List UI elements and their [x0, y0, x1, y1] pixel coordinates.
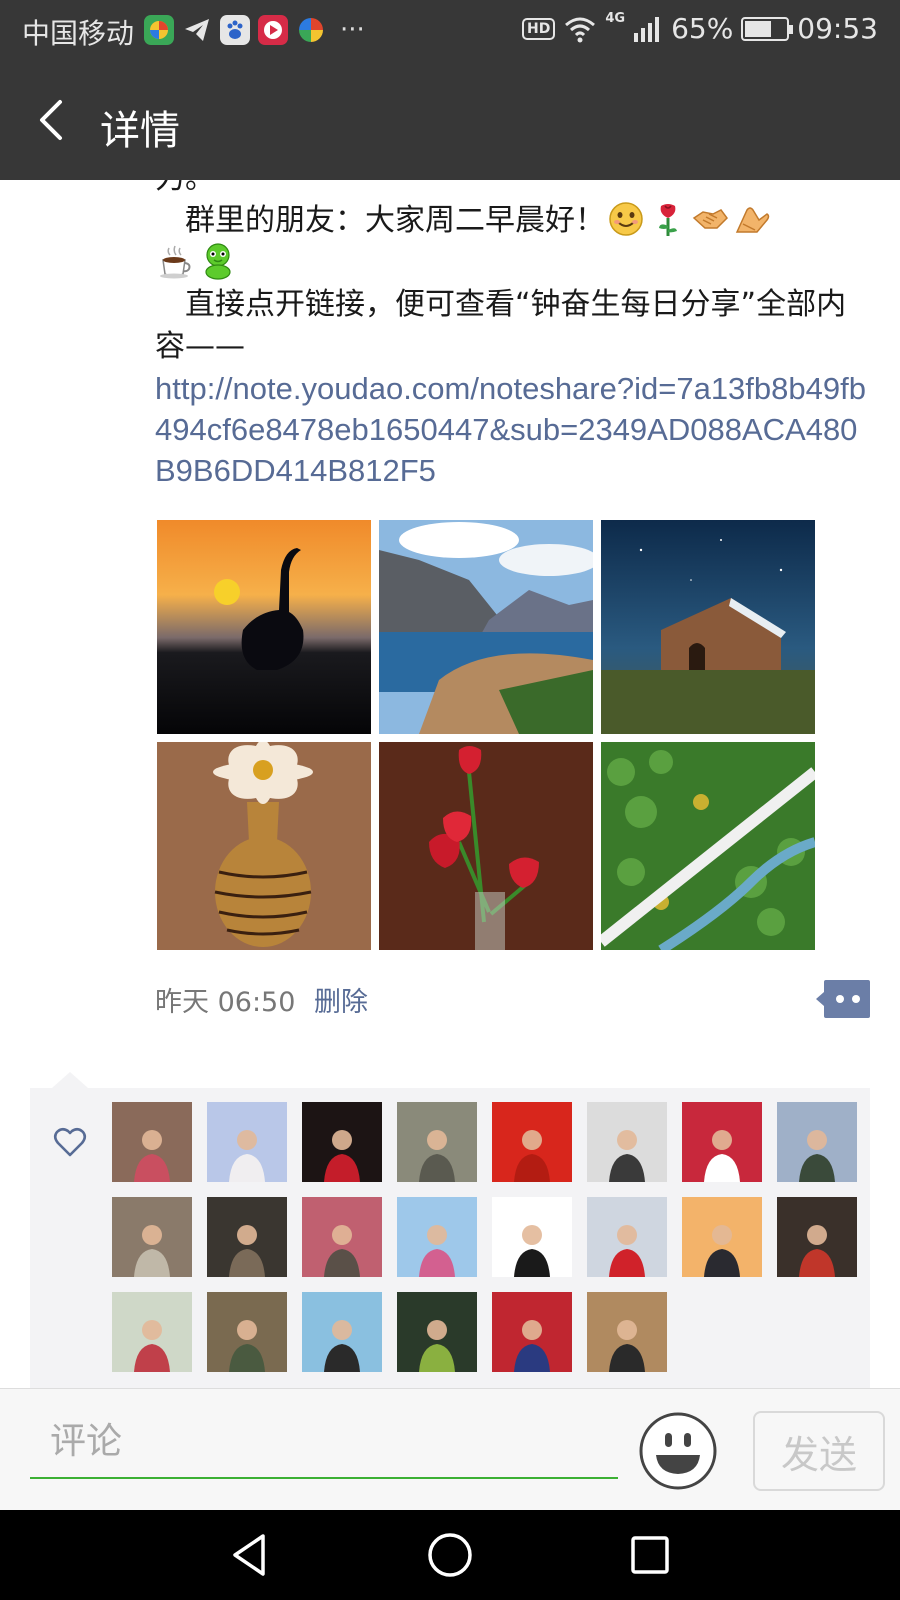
liker-avatar[interactable]: [207, 1292, 287, 1372]
more-actions-button[interactable]: [816, 980, 870, 1018]
baidu-icon: [220, 15, 250, 45]
rose-emoji: [659, 204, 677, 236]
send-button[interactable]: 发送: [753, 1411, 885, 1491]
post-detail: 力。 群里的朋友：大家周二早晨好！ 直接点开链接，便可查看“钟奋生每日分享”全部…: [0, 180, 900, 1388]
signal-icon: [634, 16, 660, 42]
liker-avatar[interactable]: [492, 1197, 572, 1277]
clock: 09:53: [797, 12, 878, 45]
liker-avatar[interactable]: [302, 1102, 382, 1182]
liker-avatar[interactable]: [302, 1197, 382, 1277]
photo-grid: [157, 520, 815, 950]
liker-avatar[interactable]: [492, 1102, 572, 1182]
liker-avatar[interactable]: [112, 1292, 192, 1372]
back-triangle-icon[interactable]: [225, 1530, 275, 1580]
video-app-icon: [258, 15, 288, 45]
notification-icons: ···: [144, 15, 365, 45]
post-line-cut: 力。: [155, 180, 875, 200]
network-type: 4G: [605, 11, 626, 26]
sunset-crane-photo[interactable]: [157, 520, 371, 734]
battery-percent: 65%: [671, 12, 734, 45]
carrier-name: 中国移动: [22, 17, 135, 50]
post-body: 力。 群里的朋友：大家周二早晨好！ 直接点开链接，便可查看“钟奋生每日分享”全部…: [155, 180, 875, 491]
status-right: HD 4G 65% 09:53: [522, 11, 878, 45]
battery-icon: [741, 16, 794, 41]
post-greeting: 群里的朋友：大家周二早晨好！: [155, 200, 875, 284]
liker-avatar[interactable]: [682, 1197, 762, 1277]
liker-avatar[interactable]: [587, 1197, 667, 1277]
handshake-emoji: [692, 209, 728, 229]
heart-outline-icon: [53, 1127, 87, 1157]
post-meta: 昨天 06:50 删除: [155, 980, 368, 1019]
liker-avatar[interactable]: [397, 1197, 477, 1277]
app-1-icon: [144, 15, 174, 45]
post-link-intro: 直接点开链接，便可查看“钟奋生每日分享”全部内容——: [155, 287, 847, 364]
clap-emoji: [735, 207, 770, 233]
comment-bar: 发送: [0, 1388, 900, 1510]
liker-avatar[interactable]: [682, 1102, 762, 1182]
delete-link[interactable]: 删除: [314, 987, 368, 1018]
more-notifications: ···: [340, 15, 365, 45]
greeting-text: 群里的朋友：大家周二早晨好！: [155, 203, 605, 238]
recents-square-icon[interactable]: [625, 1530, 675, 1580]
liker-avatar[interactable]: [777, 1102, 857, 1182]
battery-fill: [745, 20, 772, 37]
liker-avatar[interactable]: [397, 1102, 477, 1182]
back-chevron-icon[interactable]: [22, 90, 82, 150]
emoji-picker-icon[interactable]: [638, 1411, 718, 1491]
likes-arrow: [52, 1072, 88, 1088]
comment-input[interactable]: [30, 1405, 618, 1479]
wifi-icon: [565, 17, 596, 42]
liker-avatars: [112, 1102, 857, 1372]
daisy-vase-photo[interactable]: [157, 742, 371, 950]
page-title: 详情: [100, 108, 180, 154]
liker-avatar[interactable]: [207, 1102, 287, 1182]
aerial-river-forest-photo[interactable]: [601, 742, 815, 950]
likes-panel: [30, 1072, 870, 1388]
app-4-icon: [296, 15, 326, 45]
frog-emoji: [205, 243, 231, 280]
liker-avatar[interactable]: [112, 1197, 192, 1277]
liker-avatar[interactable]: [302, 1292, 382, 1372]
stone-chapel-night-photo[interactable]: [601, 520, 815, 734]
lake-mountain-town-photo[interactable]: [379, 520, 593, 734]
hd-badge: HD: [522, 17, 556, 40]
telegram-icon: [182, 15, 212, 45]
red-tulips-photo[interactable]: [379, 742, 593, 950]
shared-link[interactable]: http://note.youdao.com/noteshare?id=7a13…: [155, 368, 875, 491]
liker-avatar[interactable]: [587, 1292, 667, 1372]
liker-avatar[interactable]: [112, 1102, 192, 1182]
liker-avatar[interactable]: [207, 1197, 287, 1277]
smile-emoji: [609, 202, 643, 236]
liker-avatar[interactable]: [492, 1292, 572, 1372]
title-bar: 详情: [0, 62, 900, 180]
coffee-emoji: [160, 245, 191, 279]
status-bar: 中国移动 ··· HD 4G 65% 09:53: [0, 0, 900, 62]
liker-avatar[interactable]: [587, 1102, 667, 1182]
liker-avatar[interactable]: [397, 1292, 477, 1372]
post-time: 昨天 06:50: [155, 987, 296, 1018]
liker-avatar[interactable]: [777, 1197, 857, 1277]
system-nav-bar: [0, 1510, 900, 1600]
home-circle-icon[interactable]: [425, 1530, 475, 1580]
